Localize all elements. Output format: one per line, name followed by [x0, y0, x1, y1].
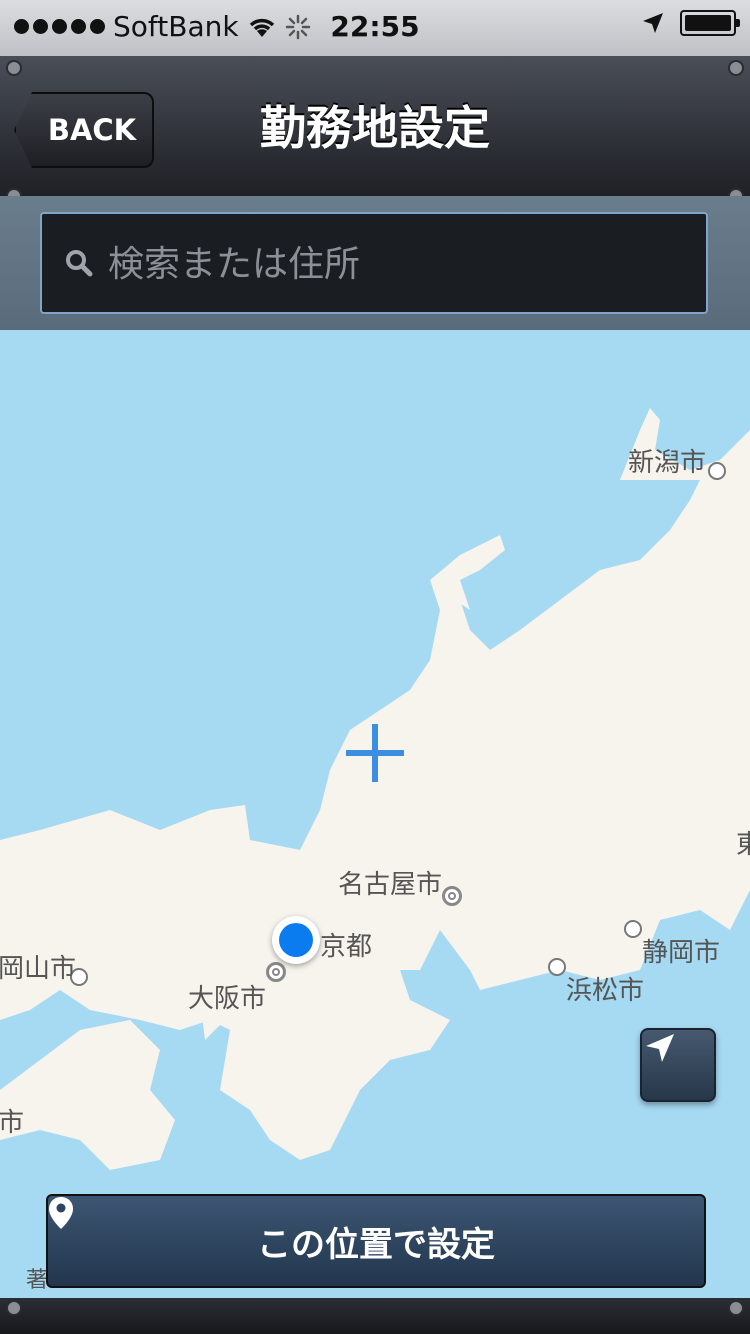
city-label-niigata: 新潟市 — [628, 448, 707, 478]
city-label-okayama: 岡山市 — [0, 954, 77, 984]
screw-decoration — [6, 60, 22, 76]
city-label-hamamatsu: 浜松市 — [566, 976, 645, 1006]
map-attribution: 著 — [26, 1268, 49, 1293]
map-view[interactable]: 新潟市 名古屋市 京都 大阪市 静岡市 浜松市 岡山市 東 市 著 この位置で設… — [0, 330, 750, 1298]
screw-decoration — [728, 60, 744, 76]
search-icon — [66, 250, 93, 277]
status-bar: SoftBank 22:55 — [0, 0, 750, 56]
screw-decoration — [6, 1300, 22, 1316]
current-location-button[interactable] — [640, 1028, 716, 1102]
user-location-dot — [272, 916, 320, 964]
map-pin-icon — [49, 1197, 73, 1229]
city-marker — [442, 886, 462, 906]
set-location-label: この位置で設定 — [257, 1224, 495, 1265]
city-label-shizuoka: 静岡市 — [642, 938, 721, 968]
nav-bar: BACK 勤務地設定 — [0, 56, 750, 204]
page-title: 勤務地設定 — [260, 101, 490, 155]
city-marker — [266, 962, 286, 982]
bottom-frame — [0, 1298, 750, 1334]
set-location-button[interactable]: この位置で設定 — [46, 1194, 706, 1288]
crosshair-icon — [346, 724, 404, 782]
battery-icon — [680, 10, 740, 36]
status-time: 22:55 — [330, 10, 420, 43]
city-label-kyoto: 京都 — [320, 932, 373, 962]
screw-decoration — [728, 1300, 744, 1316]
search-bar-area — [0, 196, 750, 330]
status-right — [642, 10, 740, 36]
city-marker — [624, 920, 642, 938]
search-box[interactable] — [40, 212, 708, 314]
city-label-tokyo-partial: 東 — [736, 830, 750, 860]
city-label-osaka: 大阪市 — [188, 984, 267, 1014]
land-shikoku — [0, 1020, 175, 1170]
city-label-nagoya: 名古屋市 — [338, 870, 443, 900]
city-label-partial: 市 — [0, 1108, 25, 1138]
city-marker — [708, 462, 726, 480]
city-marker — [548, 958, 566, 976]
search-input[interactable] — [106, 232, 690, 296]
location-arrow-icon — [646, 1034, 674, 1062]
location-arrow-icon — [643, 13, 663, 33]
